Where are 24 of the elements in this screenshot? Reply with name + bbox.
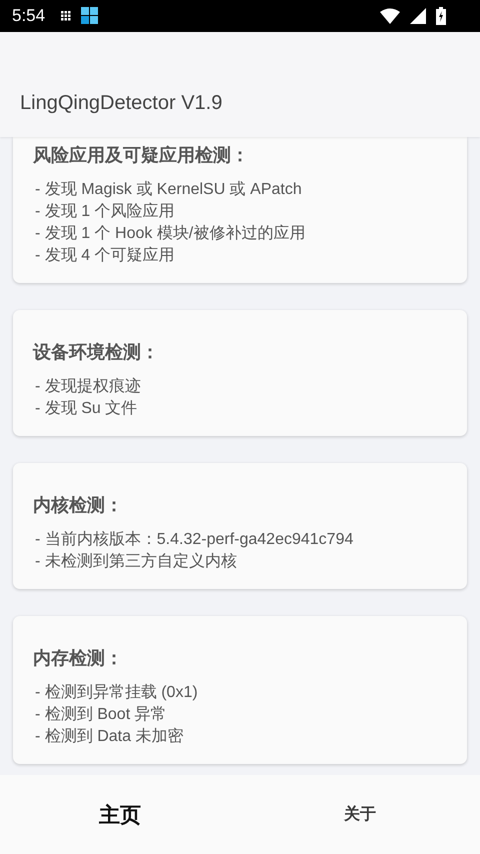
card-title: 内核检测： xyxy=(33,494,124,517)
result-line: - 发现 Su 文件 xyxy=(34,398,138,419)
nav-tab[interactable]: 关于 xyxy=(240,775,480,854)
result-line: - 检测到异常挂载 (0x1) xyxy=(34,682,199,703)
battery-icon xyxy=(436,7,446,25)
wifi-icon xyxy=(380,8,400,24)
result-line: - 检测到 Data 未加密 xyxy=(34,726,184,747)
signal-icon xyxy=(410,8,426,24)
result-line: - 当前内核版本：5.4.32-perf-ga42ec941c794 xyxy=(34,530,354,550)
card-title: 设备环境检测： xyxy=(33,341,160,364)
app-icon xyxy=(81,7,100,25)
result-line: - 检测到 Boot 异常 xyxy=(34,704,168,725)
grid-icon xyxy=(61,11,72,21)
app-title: LingQingDetector V1.9 xyxy=(20,92,222,115)
result-line: - 未检测到第三方自定义内核 xyxy=(34,552,238,572)
card-title: 风险应用及可疑应用检测： xyxy=(33,144,250,167)
result-line: - 发现 4 个可疑应用 xyxy=(34,246,176,266)
status-time: 5:54 xyxy=(12,6,46,26)
card-title: 内存检测： xyxy=(33,647,124,670)
result-line: - 发现 1 个风险应用 xyxy=(34,202,176,222)
result-line: - 发现 Magisk 或 KernelSU 或 APatch xyxy=(34,180,303,200)
result-line: - 发现 1 个 Hook 模块/被修补过的应用 xyxy=(34,224,306,244)
result-line: - 发现提权痕迹 xyxy=(34,376,142,397)
nav-tab[interactable]: 主页 xyxy=(0,775,240,854)
